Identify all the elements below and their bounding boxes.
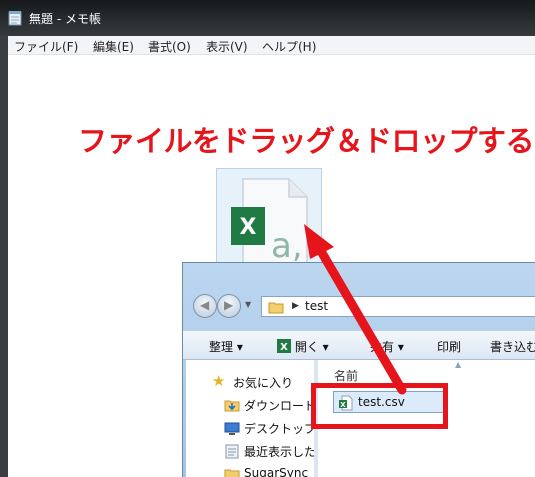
back-button[interactable]: ◀ [193,294,217,318]
explorer-toolbar: 整理 ▾ X 開く ▾ 共有 ▾ 印刷 書き込む [183,330,535,360]
tree-item-downloads[interactable]: ダウンロード [186,394,314,416]
navigation-pane: ★ お気に入り ダウンロード デスクトップ 最近表示した SugarSync [186,360,314,477]
tree-item-recent-places[interactable]: 最近表示した場所 [186,440,314,462]
share-button[interactable]: 共有 ▾ [370,338,404,355]
excel-icon: X [277,339,291,353]
tree-item-favorites[interactable]: ★ お気に入り [186,371,314,393]
downloads-folder-icon [224,397,240,413]
history-dropdown-icon[interactable]: ▼ [245,300,251,309]
organize-button[interactable]: 整理 ▾ [209,338,243,355]
notepad-titlebar[interactable]: 無題 - メモ帳 [0,0,535,36]
folder-icon [268,299,284,319]
sort-indicator-icon: ▲ [455,360,462,369]
svg-text:X: X [240,215,257,240]
dragged-file[interactable]: X a, [216,168,322,272]
tree-item-desktop[interactable]: デスクトップ [186,417,314,439]
open-button[interactable]: X 開く ▾ [277,338,329,355]
menu-file[interactable]: ファイル(F) [14,38,78,55]
file-highlight-box [311,383,448,429]
notepad-frame-border [0,36,8,477]
notepad-menubar: ファイル(F) 編集(E) 書式(O) 表示(V) ヘルプ(H) [0,36,535,55]
notepad-window-title: 無題 - メモ帳 [29,12,101,26]
back-arrow-icon: ◀ [200,298,210,312]
folder-icon [224,466,240,477]
forward-button[interactable]: ▶ [217,294,241,318]
desktop-icon [224,420,240,436]
burn-button[interactable]: 書き込む [490,338,535,355]
svg-text:a,: a, [271,226,303,265]
notepad-app-icon [8,10,22,26]
star-icon: ★ [212,372,226,390]
tree-item-sugarsync[interactable]: SugarSync [186,463,314,477]
menu-edit[interactable]: 編集(E) [93,38,134,55]
instruction-annotation: ファイルをドラッグ＆ドロップする [78,124,535,158]
svg-text:X: X [280,342,288,353]
breadcrumb-folder[interactable]: test [305,299,328,313]
explorer-address-bar[interactable]: ▶ test [261,296,535,317]
excel-csv-file-icon: X a, [229,177,311,269]
recent-places-icon [224,443,240,459]
menu-help[interactable]: ヘルプ(H) [262,38,316,55]
breadcrumb-arrow-icon[interactable]: ▶ [292,301,299,311]
explorer-nav-buttons: ◀ ▶ ▼ [193,294,257,318]
print-button[interactable]: 印刷 [437,338,461,355]
column-header-name[interactable]: 名前 [334,367,358,384]
menu-view[interactable]: 表示(V) [206,38,248,55]
explorer-window: ◀ ▶ ▼ ▶ test 整理 ▾ X 開く ▾ 共有 ▾ 印刷 書き込む ★ [182,262,535,477]
forward-arrow-icon: ▶ [224,298,234,312]
menu-format[interactable]: 書式(O) [148,38,191,55]
